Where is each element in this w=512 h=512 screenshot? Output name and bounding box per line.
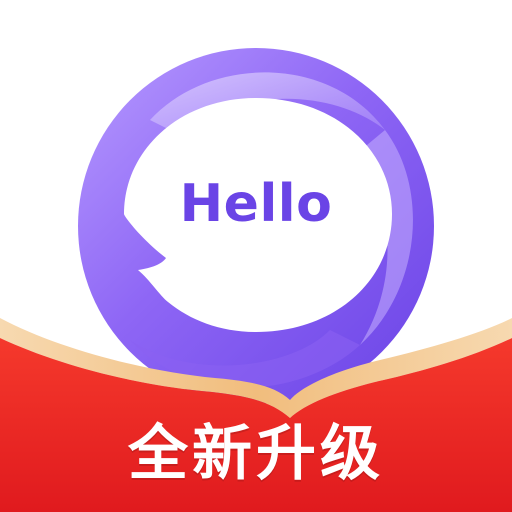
bubble-hello-text: Hello xyxy=(179,174,333,234)
app-icon: Hello 全新升级 xyxy=(0,0,512,512)
banner-label: 全新升级 xyxy=(128,419,384,489)
